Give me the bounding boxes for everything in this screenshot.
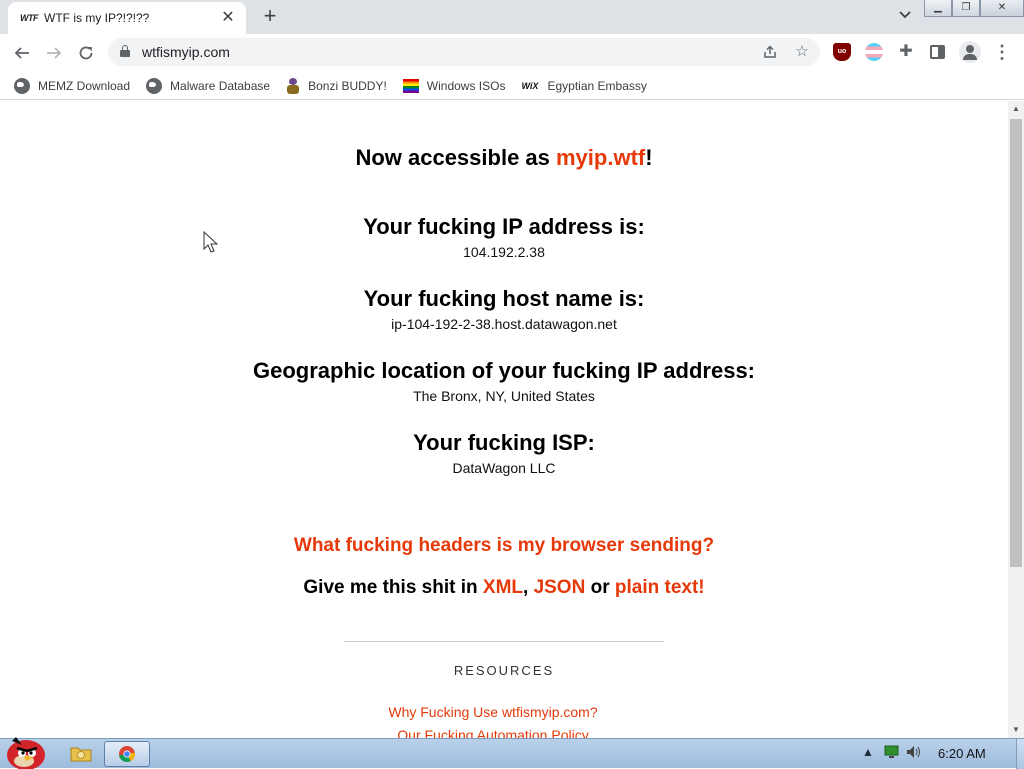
myip-wtf-link[interactable]: myip.wtf: [556, 145, 645, 170]
ip-value: 104.192.2.38: [463, 244, 545, 260]
ip-section: Your fucking IP address is: 104.192.2.38: [0, 214, 1008, 260]
taskbar-clock[interactable]: 6:20 AM: [938, 746, 986, 761]
why-use-link[interactable]: Why Fucking Use wtfismyip.com?: [0, 704, 986, 720]
rainbow-flag-icon: [402, 78, 419, 93]
restore-button[interactable]: ❐: [952, 0, 980, 17]
bookmark-egyptian-embassy[interactable]: WiX Egyptian Embassy: [521, 78, 646, 94]
scroll-thumb[interactable]: [1010, 119, 1022, 567]
automation-policy-link[interactable]: Our Fucking Automation Policy: [0, 727, 986, 738]
folder-icon[interactable]: [70, 745, 92, 762]
host-section: Your fucking host name is: ip-104-192-2-…: [0, 286, 1008, 332]
lock-icon[interactable]: [120, 45, 130, 57]
isp-value: DataWagon LLC: [452, 460, 556, 476]
bonzi-icon: [286, 77, 300, 94]
isp-label: Your fucking ISP:: [413, 430, 595, 455]
bookmark-label: Egyptian Embassy: [547, 78, 647, 93]
bookmark-bonzi-buddy[interactable]: Bonzi BUDDY!: [286, 77, 387, 94]
geo-section: Geographic location of your fucking IP a…: [0, 358, 1008, 404]
scroll-up-arrow-icon[interactable]: ▲: [1008, 103, 1024, 115]
minimize-button[interactable]: ▁: [924, 0, 952, 17]
extensions-puzzle-icon[interactable]: ✚: [897, 43, 915, 61]
window-controls: ▁ ❐ ✕: [924, 0, 1024, 18]
bookmark-label: Bonzi BUDDY!: [308, 78, 387, 93]
start-angry-bird-icon[interactable]: [2, 731, 50, 769]
plain-text-link[interactable]: plain text!: [615, 577, 705, 598]
taskbar: ▲ 6:20 AM: [0, 737, 1024, 769]
close-tab-icon[interactable]: ✕: [218, 8, 238, 28]
volume-icon[interactable]: [906, 745, 922, 762]
bookmark-memz-download[interactable]: MEMZ Download: [14, 77, 131, 94]
formats-line: Give me this shit in XML, JSON or plain …: [303, 577, 705, 598]
ip-label: Your fucking IP address is:: [363, 214, 645, 239]
divider: [344, 641, 664, 642]
json-link[interactable]: JSON: [534, 577, 586, 598]
close-window-button[interactable]: ✕: [980, 0, 1024, 17]
chrome-icon: [119, 746, 136, 763]
headline: Now accessible as myip.wtf!: [355, 145, 653, 170]
url-text[interactable]: wtfismyip.com: [142, 44, 230, 60]
back-arrow-icon[interactable]: [10, 41, 34, 65]
bookmark-label: Windows ISOs: [426, 78, 506, 93]
bookmarks-bar: MEMZ Download Malware Database Bonzi BUD…: [0, 72, 1024, 100]
side-panel-icon[interactable]: [930, 45, 945, 59]
tab-title: WTF is my IP?!?!??: [44, 11, 150, 25]
tab-strip: WTF WTF is my IP?!?!?? ✕ + ▁ ❐ ✕: [0, 0, 1024, 34]
xml-link[interactable]: XML: [483, 577, 523, 598]
show-hidden-icons-arrow-icon[interactable]: ▲: [862, 745, 874, 759]
geo-label: Geographic location of your fucking IP a…: [252, 358, 755, 383]
bookmark-windows-isos[interactable]: Windows ISOs: [402, 78, 506, 93]
tab-search-chevron-icon[interactable]: [895, 8, 915, 26]
page-viewport: Now accessible as myip.wtf! Your fucking…: [0, 101, 1008, 738]
isp-section: Your fucking ISP: DataWagon LLC: [0, 430, 1008, 476]
share-icon[interactable]: [760, 42, 780, 62]
reload-icon[interactable]: [74, 41, 98, 65]
ublock-origin-icon[interactable]: uo: [833, 43, 851, 61]
browser-toolbar: wtfismyip.com ☆ uo ✚ ⋮: [0, 34, 1024, 72]
forward-arrow-icon[interactable]: [42, 41, 66, 65]
host-value: ip-104-192-2-38.host.datawagon.net: [391, 316, 617, 332]
globe-icon: [146, 77, 163, 94]
wix-icon: WiX: [521, 80, 539, 91]
bookmark-label: MEMZ Download: [38, 78, 131, 93]
address-bar[interactable]: wtfismyip.com ☆: [108, 38, 820, 66]
host-label: Your fucking host name is:: [363, 286, 645, 311]
bookmark-label: Malware Database: [170, 78, 271, 93]
headers-link[interactable]: What fucking headers is my browser sendi…: [294, 535, 714, 556]
vertical-scrollbar[interactable]: ▲ ▼: [1008, 101, 1024, 738]
kebab-menu-icon[interactable]: ⋮: [993, 43, 1011, 61]
globe-icon: [14, 77, 30, 94]
trans-pride-extension-icon[interactable]: [865, 43, 883, 61]
scroll-down-arrow-icon[interactable]: ▼: [1008, 724, 1024, 736]
headers-link-line: What fucking headers is my browser sendi…: [0, 535, 1008, 557]
tab-wtfismyip[interactable]: WTF WTF is my IP?!?!?? ✕: [8, 2, 246, 34]
new-tab-button[interactable]: +: [258, 5, 282, 28]
resources-heading: RESOURCES: [453, 663, 555, 678]
profile-avatar-icon[interactable]: [959, 41, 981, 63]
bookmark-malware-database[interactable]: Malware Database: [146, 77, 271, 94]
geo-value: The Bronx, NY, United States: [413, 388, 595, 404]
bookmark-star-icon[interactable]: ☆: [792, 42, 812, 62]
taskbar-chrome-button[interactable]: [104, 741, 150, 767]
network-icon[interactable]: [884, 745, 900, 762]
wtf-favicon-icon: WTF: [20, 13, 39, 23]
show-desktop-button[interactable]: [1016, 739, 1024, 769]
mouse-cursor-icon: [203, 231, 219, 253]
